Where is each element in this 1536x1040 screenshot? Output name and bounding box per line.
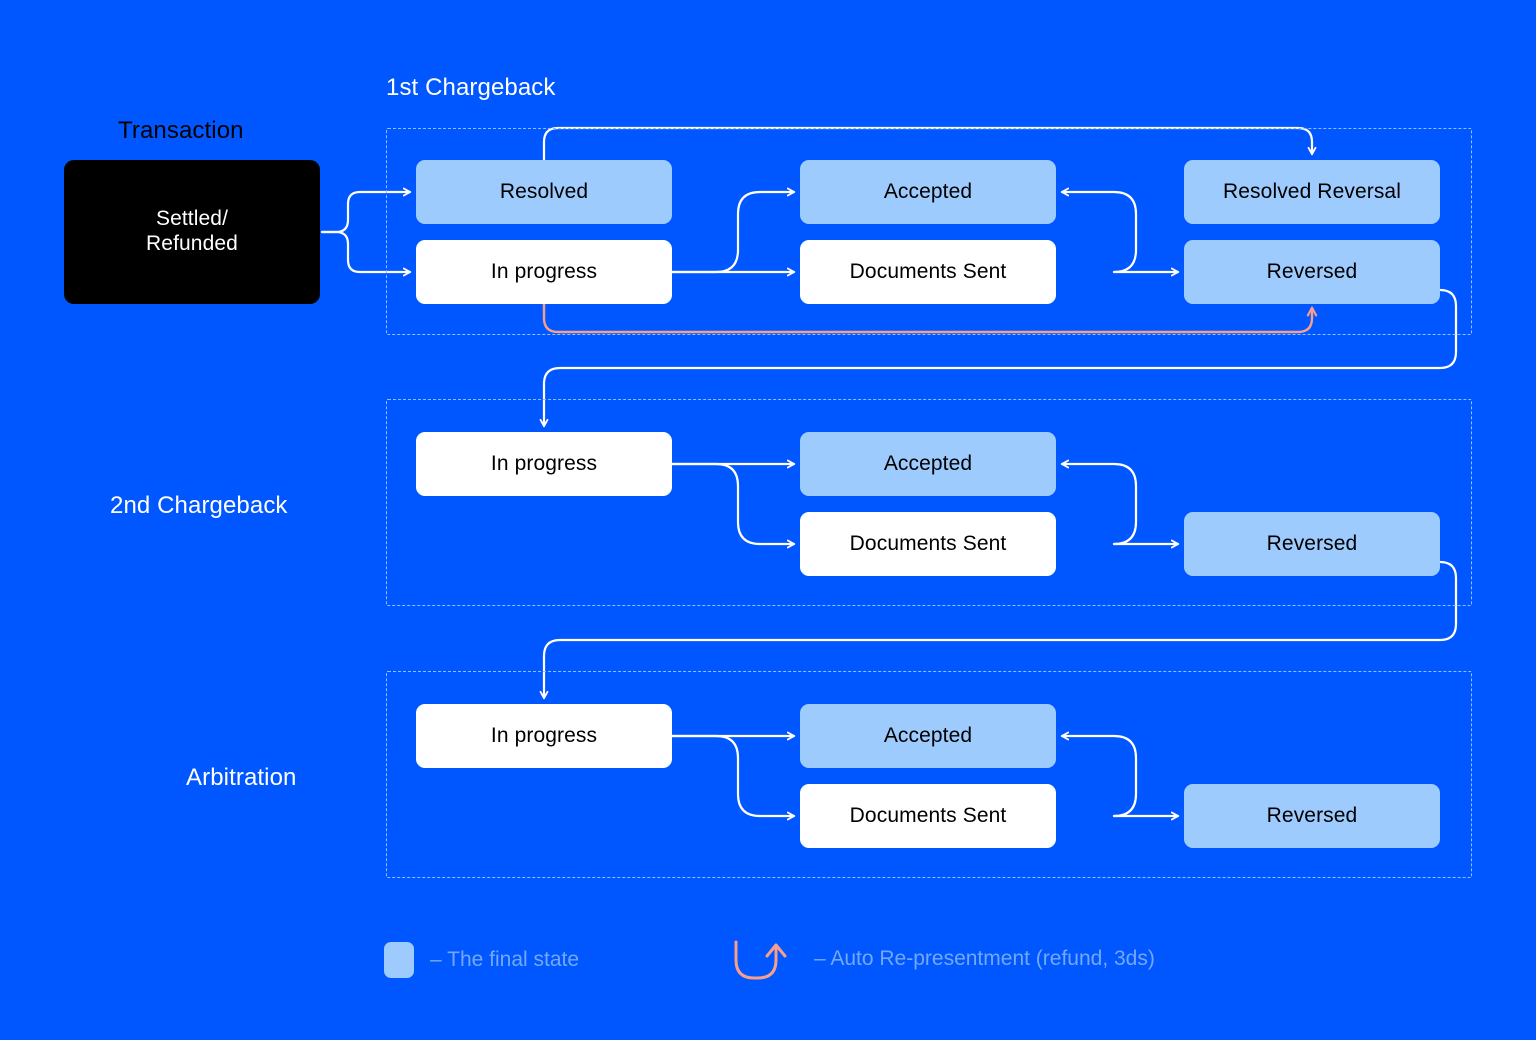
node-cb1-resolved-reversal[interactable]: Resolved Reversal [1184, 160, 1440, 224]
diagram-canvas: 1st Chargeback Transaction 2nd Chargebac… [0, 0, 1536, 1040]
row-label-arbitration: Arbitration [186, 764, 297, 791]
node-cb1-accepted[interactable]: Accepted [800, 160, 1056, 224]
node-cb2-accepted[interactable]: Accepted [800, 432, 1056, 496]
section-title-1st-chargeback: 1st Chargeback [386, 74, 556, 101]
node-cb2-documents-sent[interactable]: Documents Sent [800, 512, 1056, 576]
node-settled-refunded-line1: Settled/ [155, 207, 228, 231]
row-label-transaction: Transaction [118, 117, 244, 144]
node-cb1-reversed[interactable]: Reversed [1184, 240, 1440, 304]
node-cb1-in-progress[interactable]: In progress [416, 240, 672, 304]
node-arb-in-progress[interactable]: In progress [416, 704, 672, 768]
auto-representment-arrow-icon [734, 940, 787, 980]
node-cb1-documents-sent[interactable]: Documents Sent [800, 240, 1056, 304]
legend-final-state: – The final state [384, 942, 579, 978]
legend-final-state-label: – The final state [430, 948, 580, 971]
row-label-2nd-chargeback: 2nd Chargeback [110, 492, 288, 519]
node-arb-reversed[interactable]: Reversed [1184, 784, 1440, 848]
node-arb-accepted[interactable]: Accepted [800, 704, 1056, 768]
node-cb2-in-progress[interactable]: In progress [416, 432, 672, 496]
legend-final-state-swatch [384, 942, 414, 978]
node-settled-refunded[interactable]: Settled/ Refunded [64, 160, 320, 304]
node-settled-refunded-line2: Refunded [146, 232, 238, 255]
node-cb2-reversed[interactable]: Reversed [1184, 512, 1440, 576]
node-cb1-resolved[interactable]: Resolved [416, 160, 672, 224]
legend-auto-representment-label: – Auto Re-presentment (refund, 3ds) [814, 947, 1155, 970]
node-arb-documents-sent[interactable]: Documents Sent [800, 784, 1056, 848]
legend-auto-representment: – Auto Re-presentment (refund, 3ds) [728, 934, 1155, 984]
